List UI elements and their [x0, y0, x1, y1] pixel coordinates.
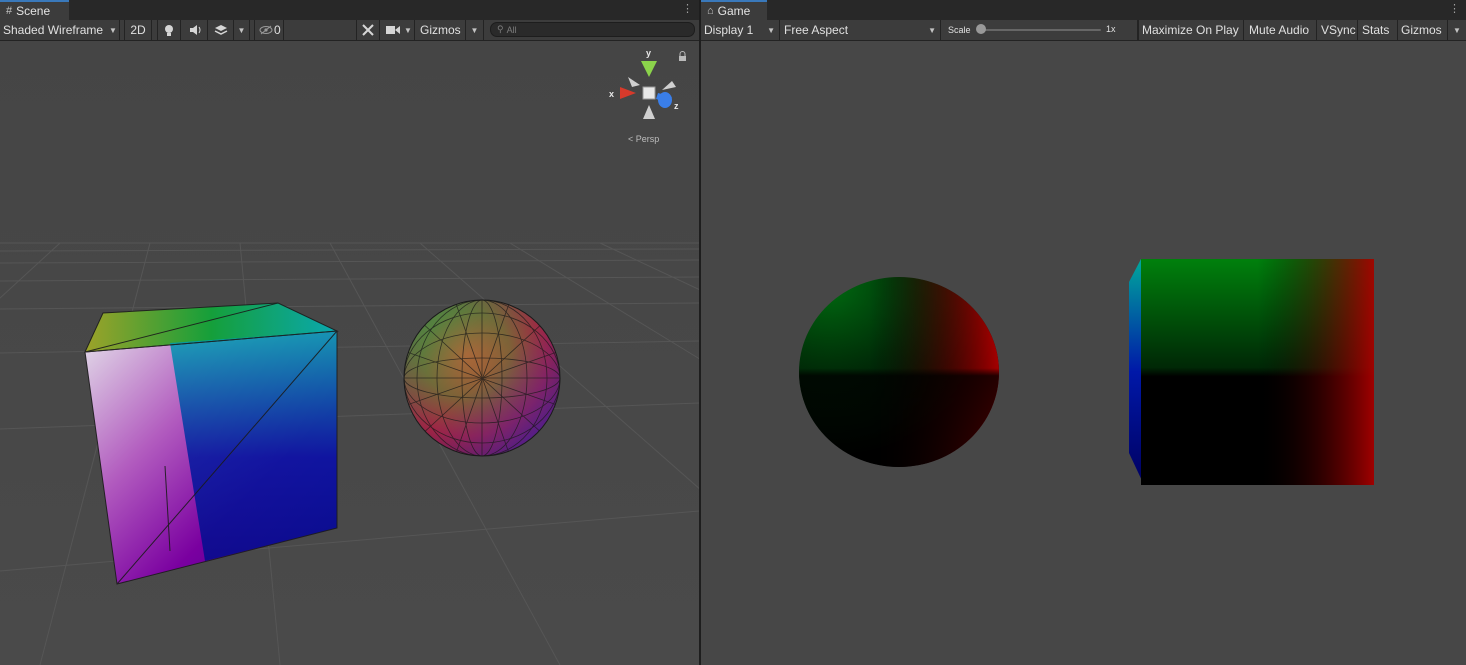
scale-slider-handle[interactable] — [976, 24, 986, 34]
game-tab-menu-icon[interactable]: ⋮ — [1449, 3, 1460, 15]
projection-label: Persp — [635, 134, 660, 144]
scene-render — [0, 41, 699, 665]
game-tab-bar: ⌂ Game ⋮ — [701, 0, 1466, 21]
game-gizmos-label: Gizmos — [1401, 23, 1442, 37]
game-toolbar: Display 1 ▼ Free Aspect ▼ Scale 1x Maxim… — [701, 20, 1466, 41]
search-placeholder: All — [506, 24, 517, 35]
hidden-eye-icon — [259, 25, 273, 35]
search-icon: ⚲ — [497, 24, 504, 34]
chevron-down-icon: ▼ — [470, 25, 479, 35]
projection-toggle[interactable]: < Persp — [628, 134, 659, 144]
camera-icon — [386, 26, 400, 34]
lightbulb-icon — [165, 24, 173, 36]
game-cube-object — [1129, 259, 1374, 485]
layers-icon — [214, 25, 227, 35]
scene-gizmos-label: Gizmos — [420, 23, 461, 37]
scale-value: 1x — [1106, 24, 1116, 34]
audio-toggle-button[interactable] — [184, 20, 208, 40]
sphere-object[interactable] — [403, 299, 561, 457]
scene-tab-label: Scene — [16, 4, 51, 18]
2d-toggle-label: 2D — [130, 23, 146, 37]
game-viewport[interactable] — [701, 41, 1466, 665]
scene-viewport[interactable]: y x z < Persp — [0, 41, 699, 665]
display-label: Display 1 — [704, 23, 754, 37]
grid-icon: # — [6, 5, 13, 17]
tab-scene[interactable]: # Scene — [0, 0, 69, 20]
game-gizmos-button[interactable]: Gizmos — [1398, 20, 1448, 40]
chevron-down-icon: ▼ — [1453, 25, 1461, 35]
draw-mode-label: Shaded Wireframe — [3, 23, 104, 37]
mute-audio-toggle[interactable]: Mute Audio — [1244, 20, 1317, 40]
aspect-dropdown[interactable]: Free Aspect ▼ — [781, 20, 941, 40]
speaker-icon — [190, 25, 201, 35]
game-render — [701, 41, 1466, 665]
scene-gizmos-dropdown[interactable]: ▼ — [466, 20, 484, 40]
scene-tab-bar: # Scene ⋮ — [0, 0, 699, 21]
scale-slider[interactable] — [979, 29, 1101, 31]
scene-tab-menu-icon[interactable]: ⋮ — [682, 3, 693, 15]
aspect-label: Free Aspect — [784, 23, 849, 37]
scene-search-input[interactable]: ⚲ All — [490, 22, 695, 37]
maximize-label: Maximize On Play — [1142, 23, 1239, 37]
stats-toggle[interactable]: Stats — [1358, 20, 1398, 40]
scale-control: Scale 1x — [942, 20, 1138, 40]
gizmo-y-label: y — [646, 48, 652, 58]
perspective-icon: < — [628, 134, 634, 144]
2d-toggle-button[interactable]: 2D — [124, 20, 152, 40]
vsync-label: VSync — [1321, 23, 1356, 37]
display-dropdown[interactable]: Display 1 ▼ — [701, 20, 780, 40]
vsync-toggle[interactable]: VSync — [1317, 20, 1358, 40]
effects-dropdown-button[interactable]: ▼ — [234, 20, 250, 40]
draw-mode-dropdown[interactable]: Shaded Wireframe ▼ — [0, 20, 120, 40]
stats-label: Stats — [1362, 23, 1390, 37]
scene-view-panel: # Scene ⋮ Shaded Wireframe ▼ 2D ▼ 0 ▼ Gi… — [0, 0, 699, 665]
lighting-toggle-button[interactable] — [157, 20, 181, 40]
scene-gizmos-button[interactable]: Gizmos — [416, 20, 466, 40]
tools-icon — [362, 24, 374, 36]
chevron-down-icon: ▼ — [109, 25, 117, 35]
game-view-panel: ⌂ Game ⋮ Display 1 ▼ Free Aspect ▼ Scale… — [701, 0, 1466, 665]
game-sphere-object — [799, 277, 999, 467]
mute-label: Mute Audio — [1249, 23, 1310, 37]
gizmo-z-label: z — [674, 101, 679, 111]
tab-game[interactable]: ⌂ Game — [701, 0, 767, 20]
chevron-down-icon: ▼ — [404, 25, 412, 35]
gamepad-icon: ⌂ — [707, 5, 714, 17]
game-tab-label: Game — [717, 4, 751, 18]
camera-settings-dropdown[interactable]: ▼ — [381, 20, 415, 40]
scene-visibility-button[interactable]: 0 — [254, 20, 284, 40]
chevron-down-icon: ▼ — [237, 25, 246, 35]
game-gizmos-dropdown[interactable]: ▼ — [1448, 20, 1466, 40]
chevron-down-icon: ▼ — [767, 25, 775, 35]
effects-toggle-button[interactable] — [208, 20, 234, 40]
gizmo-x-label: x — [609, 89, 615, 99]
scene-toolbar: Shaded Wireframe ▼ 2D ▼ 0 ▼ Gizmos ▼ ⚲ A… — [0, 20, 699, 41]
chevron-down-icon: ▼ — [928, 25, 936, 35]
tools-button[interactable] — [356, 20, 380, 40]
hidden-count: 0 — [274, 23, 281, 37]
maximize-on-play-toggle[interactable]: Maximize On Play — [1138, 20, 1244, 40]
scale-label: Scale — [948, 25, 971, 35]
